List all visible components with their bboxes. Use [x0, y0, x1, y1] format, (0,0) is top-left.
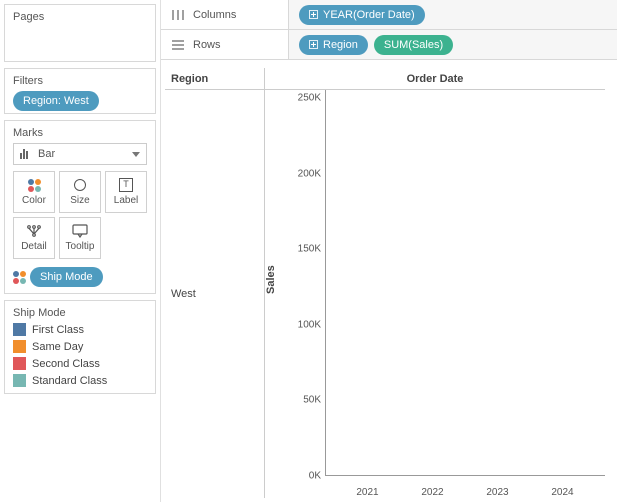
legend-swatch: [13, 357, 26, 370]
y-tick: 100K: [298, 319, 321, 330]
legend-item[interactable]: Same Day: [13, 340, 147, 353]
y-tick: 200K: [298, 168, 321, 179]
y-tick: 150K: [298, 244, 321, 255]
rows-shelf[interactable]: Rows Region SUM(Sales): [161, 30, 617, 60]
expand-icon: [309, 40, 318, 49]
y-axis-label: Sales: [265, 265, 277, 294]
color-encoding-pill[interactable]: Ship Mode: [30, 267, 103, 287]
x-tick: 2023: [476, 487, 520, 498]
columns-shelf[interactable]: Columns YEAR(Order Date): [161, 0, 617, 30]
legend-item[interactable]: Second Class: [13, 357, 147, 370]
rows-pill-sales-label: SUM(Sales): [384, 39, 443, 51]
y-tick: 250K: [298, 93, 321, 104]
size-icon: [74, 179, 86, 191]
legend-card: Ship Mode First Class Same Day Second Clas…: [4, 300, 156, 394]
mark-type-dropdown[interactable]: Bar: [13, 143, 147, 165]
filter-pill-region[interactable]: Region: West: [13, 91, 99, 111]
color-encoding-pill-label: Ship Mode: [40, 271, 93, 283]
marks-tooltip-label: Tooltip: [66, 241, 95, 252]
legend-swatch: [13, 340, 26, 353]
legend-title: Ship Mode: [13, 307, 147, 319]
rows-shelf-label: Rows: [193, 39, 221, 51]
filters-shelf[interactable]: Filters Region: West: [4, 68, 156, 114]
label-icon: T: [119, 178, 133, 192]
legend-item[interactable]: Standard Class: [13, 374, 147, 387]
marks-size-button[interactable]: Size: [59, 171, 101, 213]
columns-shelf-label: Columns: [193, 9, 236, 21]
legend-swatch: [13, 323, 26, 336]
x-tick: 2022: [411, 487, 455, 498]
mark-type-label: Bar: [38, 148, 55, 160]
row-value: West: [165, 90, 264, 498]
visualization: Region West Order Date Sales 0K 50K 100K 15…: [161, 60, 617, 502]
columns-icon: [171, 9, 185, 21]
pages-shelf[interactable]: Pages: [4, 4, 156, 62]
bar-icon: [20, 149, 32, 159]
legend-label: Same Day: [32, 341, 83, 353]
filter-pill-label: Region: West: [23, 95, 89, 107]
rows-pill-sales[interactable]: SUM(Sales): [374, 35, 453, 55]
marks-color-button[interactable]: Color: [13, 171, 55, 213]
legend-label: First Class: [32, 324, 84, 336]
legend-swatch: [13, 374, 26, 387]
x-tick: 2021: [346, 487, 390, 498]
legend-item[interactable]: First Class: [13, 323, 147, 336]
y-tick: 50K: [303, 395, 321, 406]
color-encoding-icon: [13, 271, 26, 284]
x-axis: 2021 2022 2023 2024: [325, 487, 605, 498]
column-field-header: Order Date: [265, 68, 605, 90]
tooltip-icon: [72, 224, 88, 238]
expand-icon: [309, 10, 318, 19]
marks-size-label: Size: [70, 195, 89, 206]
marks-tooltip-button[interactable]: Tooltip: [59, 217, 101, 259]
chevron-down-icon: [132, 152, 140, 157]
color-dots-icon: [28, 179, 41, 192]
y-tick: 0K: [309, 471, 321, 482]
detail-icon: [26, 224, 42, 238]
marks-detail-label: Detail: [21, 241, 47, 252]
columns-pill-label: YEAR(Order Date): [323, 9, 415, 21]
x-tick: 2024: [541, 487, 585, 498]
rows-icon: [171, 39, 185, 51]
plot-area[interactable]: [325, 90, 605, 476]
legend-label: Standard Class: [32, 375, 107, 387]
marks-card: Marks Bar Color: [4, 120, 156, 294]
marks-title: Marks: [13, 127, 147, 139]
pages-title: Pages: [13, 11, 147, 23]
marks-label-button[interactable]: T Label: [105, 171, 147, 213]
legend-label: Second Class: [32, 358, 100, 370]
marks-detail-button[interactable]: Detail: [13, 217, 55, 259]
columns-pill-year[interactable]: YEAR(Order Date): [299, 5, 425, 25]
row-field-header: Region: [165, 68, 264, 90]
rows-pill-region-label: Region: [323, 39, 358, 51]
marks-label-label: Label: [114, 195, 138, 206]
filters-title: Filters: [13, 75, 147, 87]
y-axis: Sales 0K 50K 100K 150K 200K 250K: [265, 90, 325, 498]
rows-pill-region[interactable]: Region: [299, 35, 368, 55]
marks-color-label: Color: [22, 195, 46, 206]
